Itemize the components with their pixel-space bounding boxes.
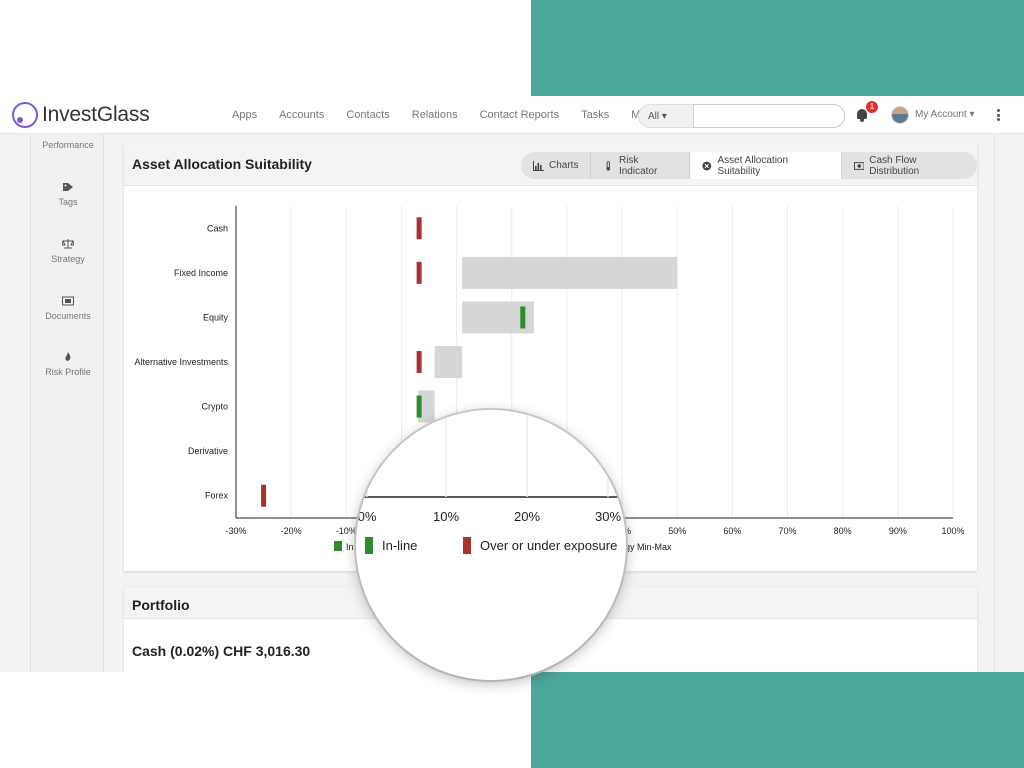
account-menu[interactable]: My Account ▾: [915, 109, 975, 120]
x-tick-label: 70%: [779, 526, 797, 536]
panel-header: Asset Allocation Suitability Charts Risk…: [124, 143, 977, 186]
x-tick-label: 90%: [889, 526, 907, 536]
tag-icon: [63, 183, 73, 191]
category-label: Derivative: [188, 446, 228, 456]
x-tick-label: 60%: [723, 526, 741, 536]
x-tick-label: 100%: [941, 526, 964, 536]
strategy-range-bar: [462, 256, 678, 289]
nav-contacts[interactable]: Contacts: [346, 109, 389, 121]
main-nav: Apps Accounts Contacts Relations Contact…: [232, 96, 678, 134]
x-tick-label: -30%: [225, 526, 246, 536]
category-label: Equity: [203, 312, 229, 322]
exposure-marker: [261, 484, 267, 507]
bar-chart-icon: [533, 160, 544, 171]
nav-contact-reports[interactable]: Contact Reports: [480, 109, 559, 121]
magnified-legend-label: Over or under exposure: [480, 538, 617, 553]
tab-label: Cash Flow Distribution: [869, 154, 920, 177]
notification-badge: 1: [866, 101, 878, 113]
sidebar-item-risk-profile[interactable]: Risk Profile: [31, 352, 105, 377]
money-icon: [853, 161, 865, 170]
exposure-marker: [520, 306, 526, 329]
document-icon: [62, 296, 74, 306]
strategy-range-bar: [434, 346, 463, 378]
tab-charts[interactable]: Charts: [521, 152, 592, 179]
exposure-marker: [416, 261, 422, 284]
tab-label: Charts: [549, 160, 579, 171]
logo[interactable]: InvestGlass: [12, 102, 150, 128]
nav-relations[interactable]: Relations: [412, 109, 458, 121]
legend-swatch: [334, 541, 342, 551]
exposure-marker: [416, 217, 422, 240]
magnified-legend-swatch: [365, 537, 373, 554]
flame-icon: [65, 352, 71, 361]
more-options-icon[interactable]: [997, 109, 1001, 121]
magnified-legend-swatch: [463, 537, 471, 554]
nav-apps[interactable]: Apps: [232, 109, 257, 121]
tab-cash-flow-distribution[interactable]: Cash Flow Distribution: [842, 152, 977, 179]
category-label: Alternative Investments: [134, 357, 228, 367]
portfolio-title: Portfolio: [132, 597, 190, 613]
panel-tabs: Charts Risk Indicator Asset Allocation S…: [521, 152, 977, 179]
tab-risk-indicator[interactable]: Risk Indicator: [591, 152, 690, 179]
tab-asset-allocation-suitability[interactable]: Asset Allocation Suitability: [689, 152, 842, 179]
sidebar-item-label: Tags: [58, 197, 78, 207]
category-label: Crypto: [201, 402, 228, 412]
decorative-background-bottom: [531, 672, 1024, 768]
magnified-tick-label: 30%: [595, 509, 621, 524]
category-label: Forex: [205, 491, 229, 501]
x-tick-label: 50%: [668, 526, 686, 536]
sidebar-item-performance[interactable]: Performance: [31, 140, 105, 150]
sidebar-item-label: Performance: [42, 140, 94, 150]
x-tick-label: 80%: [834, 526, 852, 536]
sidebar-item-tags[interactable]: Tags: [31, 182, 105, 207]
tab-label: Risk Indicator: [618, 154, 658, 177]
search-input[interactable]: [693, 104, 845, 128]
search-group: All ▾: [638, 104, 845, 128]
exposure-marker: [416, 351, 422, 373]
search-scope-dropdown[interactable]: All ▾: [638, 104, 693, 128]
decorative-background-top: [531, 0, 1024, 96]
magnified-tick-label: 10%: [433, 509, 459, 524]
tab-label: Asset Allocation Suitability: [717, 154, 789, 177]
sidebar-item-label: Risk Profile: [45, 367, 91, 377]
sidebar-item-label: Documents: [45, 311, 91, 321]
avatar[interactable]: [891, 106, 909, 124]
logo-icon: [12, 102, 38, 128]
category-label: Fixed Income: [174, 268, 228, 278]
panel-title: Asset Allocation Suitability: [132, 156, 312, 172]
magnified-axis: 0% 10% 20% 30% In-line Over or under exposure: [356, 410, 626, 554]
scale-icon: [62, 239, 74, 249]
top-navbar: InvestGlass Apps Accounts Contacts Relat…: [0, 96, 1024, 134]
category-label: Cash: [207, 223, 228, 233]
nav-tasks[interactable]: Tasks: [581, 109, 609, 121]
magnified-legend-label: In-line: [382, 538, 417, 553]
sidebar: Performance Tags Strategy Documents Risk…: [30, 134, 104, 672]
sidebar-item-documents[interactable]: Documents: [31, 296, 105, 321]
logo-text: InvestGlass: [42, 103, 150, 126]
sidebar-item-label: Strategy: [51, 254, 85, 264]
cash-holding: Cash (0.02%) CHF 3,016.30: [132, 643, 311, 659]
thermometer-icon: [606, 160, 611, 171]
close-circle-icon: [702, 161, 712, 170]
content-border: [994, 134, 995, 672]
x-tick-label: -10%: [336, 526, 357, 536]
x-tick-label: -20%: [281, 526, 302, 536]
magnified-tick-label: 20%: [514, 509, 540, 524]
magnified-tick-label: 0%: [358, 509, 377, 524]
zoom-magnifier: 0% 10% 20% 30% In-line Over or under exposure: [356, 410, 626, 680]
sidebar-item-strategy[interactable]: Strategy: [31, 239, 105, 264]
nav-accounts[interactable]: Accounts: [279, 109, 324, 121]
